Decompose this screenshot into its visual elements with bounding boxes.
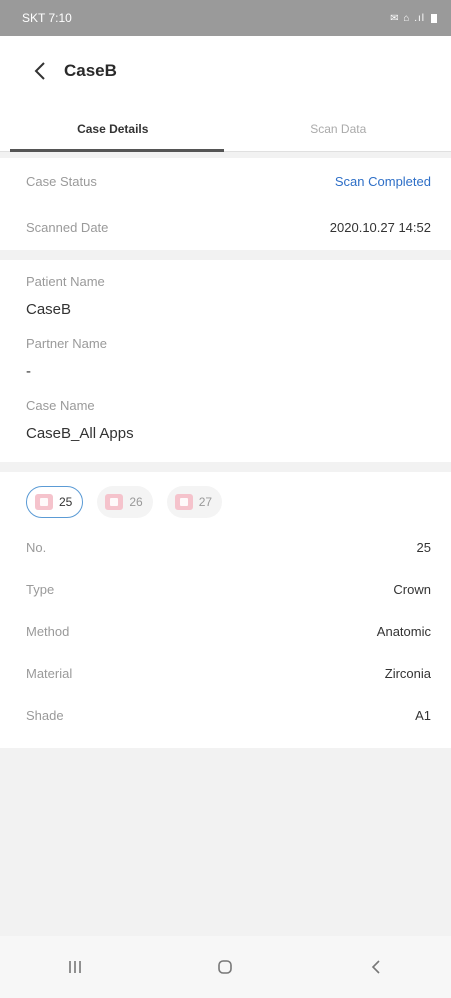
tooth-number: 27 [198,495,213,509]
tooth-chip-25[interactable]: 25 [26,486,84,518]
recent-apps-button[interactable] [45,947,105,987]
case-status-row: Case Status Scan Completed [26,158,431,204]
tooth-method-label: Method [26,623,70,639]
app-header: CaseB [0,36,451,106]
partner-name-field: Partner Name - [26,336,425,380]
tooth-shade-row: Shade A1 [26,694,431,736]
page-title: CaseB [64,61,117,80]
status-section: Case Status Scan Completed Scanned Date … [0,158,451,250]
patient-name-value: CaseB [26,301,72,318]
case-name-value: CaseB_All Apps [26,425,134,442]
tooth-no-label: No. [26,539,47,555]
scanned-date-label: Scanned Date [26,219,109,235]
home-button[interactable] [195,947,255,987]
tooth-section: 25 26 27 No. 25 Type Crown Method Anatom… [0,472,451,748]
home-icon [218,960,233,974]
nav-back-button[interactable] [346,947,406,987]
scanned-date-row: Scanned Date 2020.10.27 14:52 [26,204,431,250]
tooth-icon [174,494,193,510]
tooth-material-value: Zirconia [384,665,431,681]
status-icons: ✉ ⌂ .ıl [390,13,437,24]
scanned-date-value: 2020.10.27 14:52 [329,219,431,235]
tooth-chip-26[interactable]: 26 [97,486,153,518]
back-button[interactable] [26,57,54,85]
patient-name-label: Patient Name [26,274,105,289]
tab-case-details[interactable]: Case Details [0,106,226,152]
tooth-type-label: Type [26,581,55,597]
case-status-label: Case Status [26,173,97,189]
system-nav-bar [0,936,451,998]
partner-name-value: - [26,363,31,380]
tooth-material-row: Material Zirconia [26,652,431,694]
tooth-chip-27[interactable]: 27 [166,486,223,518]
tooth-type-value: Crown [393,581,431,597]
tooth-method-row: Method Anatomic [26,610,431,652]
patient-name-field: Patient Name CaseB [26,274,425,318]
tooth-shade-value: A1 [415,707,431,723]
case-name-field: Case Name CaseB_All Apps [26,398,425,442]
partner-name-label: Partner Name [26,336,107,351]
case-name-label: Case Name [26,398,95,413]
tooth-type-row: Type Crown [26,568,431,610]
status-icon-glyphs: ✉ ⌂ .ıl [390,12,425,24]
tooth-number: 25 [59,495,73,509]
chevron-left-icon [34,62,45,80]
tooth-method-value: Anatomic [376,623,431,639]
case-status-value: Scan Completed [334,173,431,189]
tooth-number: 26 [129,495,143,509]
patient-section: Patient Name CaseB Partner Name - Case N… [0,260,451,462]
tooth-material-label: Material [26,665,73,681]
tooth-icon [35,494,53,510]
recent-apps-icon [69,961,81,973]
back-icon [371,960,380,974]
tooth-chip-list: 25 26 27 [26,486,431,518]
tab-bar: Case Details Scan Data [0,106,451,152]
status-time: SKT 7:10 [22,11,72,25]
tab-scan-data[interactable]: Scan Data [226,106,451,151]
tooth-shade-label: Shade [26,707,64,723]
tooth-icon [105,494,124,510]
tooth-no-row: No. 25 [26,526,431,568]
status-bar: SKT 7:10 ✉ ⌂ .ıl [0,0,451,36]
battery-icon [431,13,437,23]
tooth-no-value: 25 [416,539,431,555]
